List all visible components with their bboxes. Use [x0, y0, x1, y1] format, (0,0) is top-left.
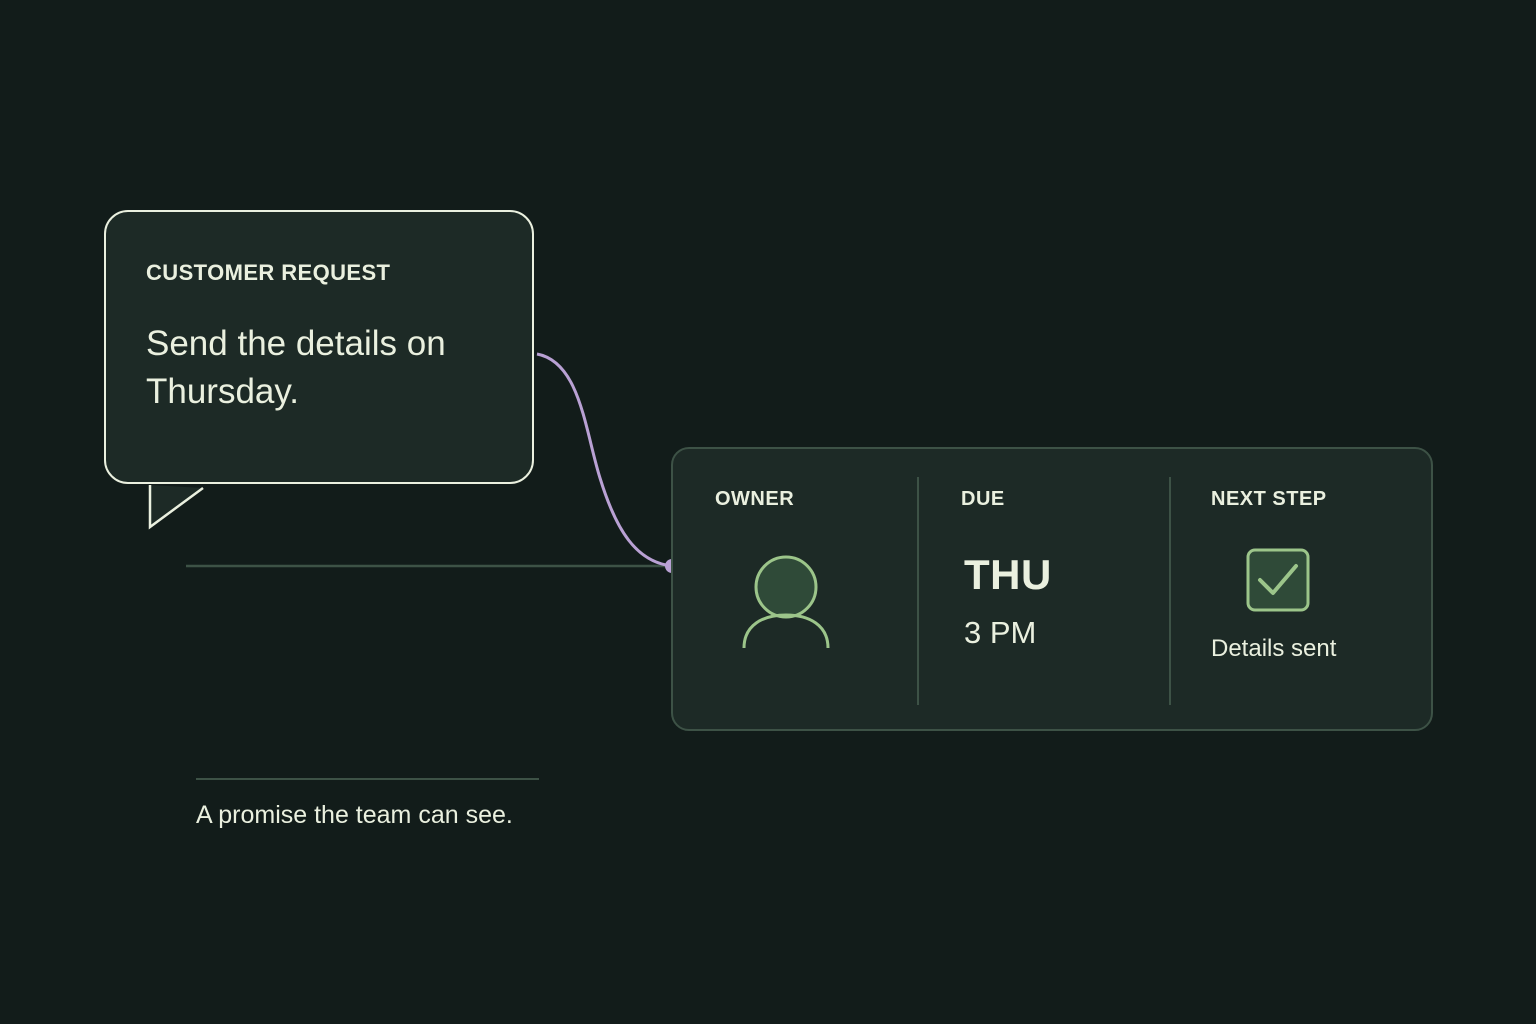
- caption: A promise the team can see.: [196, 801, 513, 829]
- request-label: CUSTOMER REQUEST: [146, 260, 391, 285]
- column-divider: [917, 477, 919, 705]
- person-icon: [741, 555, 831, 656]
- next-step-status: Details sent: [1211, 635, 1337, 662]
- customer-request-bubble: CUSTOMER REQUEST Send the details on Thu…: [104, 210, 534, 484]
- due-day: THU: [964, 551, 1052, 598]
- next-step-label: NEXT STEP: [1211, 488, 1327, 510]
- due-label: DUE: [961, 488, 1005, 510]
- task-card: OWNER DUE THU 3 PM NEXT STEP Details sen…: [671, 447, 1433, 731]
- column-divider: [1169, 477, 1171, 705]
- request-message: Send the details on Thursday.: [146, 324, 446, 411]
- request-connector-curve: [536, 352, 673, 568]
- speech-bubble-tail: [148, 485, 204, 530]
- owner-label: OWNER: [715, 488, 795, 510]
- checkbox-checked-icon: [1246, 548, 1310, 617]
- due-time: 3 PM: [964, 615, 1037, 650]
- caption-rule: [196, 778, 539, 780]
